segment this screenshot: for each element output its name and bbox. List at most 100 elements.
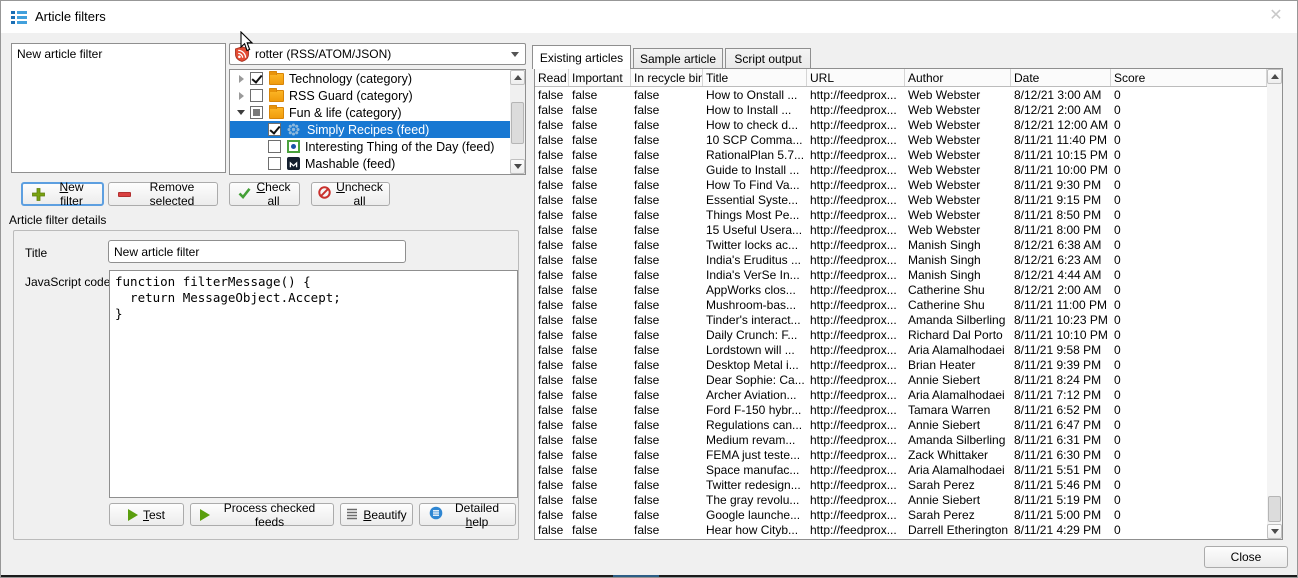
scroll-up-icon[interactable] (1267, 69, 1282, 84)
table-cell: false (631, 148, 703, 163)
table-cell: false (569, 448, 631, 463)
tab-sample-article[interactable]: Sample article (633, 48, 723, 69)
table-cell: false (631, 208, 703, 223)
table-row[interactable]: falsefalsefalseAppWorks clos...http://fe… (535, 283, 1267, 298)
checkbox[interactable] (250, 106, 263, 119)
process-checked-feeds-button[interactable]: Process checked feeds (190, 503, 334, 526)
table-cell: http://feedprox... (807, 253, 905, 268)
table-cell: 0 (1111, 268, 1267, 283)
check-all-button[interactable]: Check all (229, 182, 300, 206)
table-row[interactable]: falsefalsefalseTwitter locks ac...http:/… (535, 238, 1267, 253)
table-row[interactable]: falsefalsefalseArcher Aviation...http://… (535, 388, 1267, 403)
tab-script-output[interactable]: Script output (725, 48, 811, 69)
existing-articles-table: Read Important In recycle bin Title URL … (534, 68, 1283, 540)
table-row[interactable]: falsefalsefalseFord F-150 hybr...http://… (535, 403, 1267, 418)
checkbox[interactable] (268, 157, 281, 170)
table-cell: http://feedprox... (807, 88, 905, 103)
feeds-tree-view[interactable]: Technology (category)RSS Guard (category… (230, 70, 510, 174)
column-header-url[interactable]: URL (807, 69, 905, 86)
table-row[interactable]: falsefalsefalse10 SCP Comma...http://fee… (535, 133, 1267, 148)
table-row[interactable]: falsefalsefalseIndia's VerSe In...http:/… (535, 268, 1267, 283)
table-row[interactable]: falsefalsefalseLordstown will ...http://… (535, 343, 1267, 358)
table-cell: 0 (1111, 253, 1267, 268)
table-row[interactable]: falsefalsefalseRegulations can...http://… (535, 418, 1267, 433)
table-row[interactable]: falsefalsefalseTinder's interact...http:… (535, 313, 1267, 328)
dialog-title: Article filters (35, 9, 106, 24)
article-filters-list[interactable]: New article filter (11, 43, 226, 173)
column-header-read[interactable]: Read (535, 69, 569, 86)
tree-row[interactable]: Simply Recipes (feed) (230, 121, 510, 138)
tree-row[interactable]: Mashable (feed) (230, 155, 510, 172)
table-cell: http://feedprox... (807, 418, 905, 433)
column-header-author[interactable]: Author (905, 69, 1011, 86)
title-input[interactable] (108, 240, 406, 263)
column-header-title[interactable]: Title (703, 69, 807, 86)
scroll-down-icon[interactable] (1267, 524, 1282, 539)
tree-scrollbar[interactable] (510, 70, 525, 174)
table-row[interactable]: falsefalsefalseRationalPlan 5.7...http:/… (535, 148, 1267, 163)
uncheck-all-button[interactable]: Uncheck all (311, 182, 390, 206)
beautify-button[interactable]: Beautify (340, 503, 413, 526)
table-row[interactable]: falsefalsefalseHear how Cityb...http://f… (535, 523, 1267, 538)
table-row[interactable]: falsefalsefalseMushroom-bas...http://fee… (535, 298, 1267, 313)
table-row[interactable]: falsefalsefalseDesktop Metal i...http://… (535, 358, 1267, 373)
checkbox[interactable] (268, 123, 281, 136)
remove-selected-button[interactable]: Remove selected (108, 182, 218, 206)
table-row[interactable]: falsefalsefalseFEMA just teste...http://… (535, 448, 1267, 463)
account-combobox[interactable]: rotter (RSS/ATOM/JSON) (229, 43, 526, 65)
checkbox[interactable] (250, 72, 263, 85)
table-row[interactable]: falsefalsefalseMedium revam...http://fee… (535, 433, 1267, 448)
expand-arrow-icon[interactable] (236, 110, 246, 115)
collapse-arrow-icon[interactable] (236, 92, 246, 100)
table-header[interactable]: Read Important In recycle bin Title URL … (535, 69, 1267, 87)
table-row[interactable]: falsefalsefalseGuide to Install ...http:… (535, 163, 1267, 178)
collapse-arrow-icon[interactable] (236, 75, 246, 83)
table-cell: Annie Siebert (905, 493, 1011, 508)
table-row[interactable]: falsefalsefalseHow To Find Va...http://f… (535, 178, 1267, 193)
table-row[interactable]: falsefalsefalseGoogle launche...http://f… (535, 508, 1267, 523)
column-header-important[interactable]: Important (569, 69, 631, 86)
table-cell: 8/12/21 2:00 AM (1011, 103, 1111, 118)
close-icon[interactable]: ✕ (1267, 7, 1285, 25)
tree-row[interactable]: Fun & life (category) (230, 104, 510, 121)
tree-row[interactable]: Technology (category) (230, 70, 510, 87)
tree-scroll-thumb[interactable] (511, 102, 524, 144)
new-filter-button[interactable]: New filter (21, 182, 104, 206)
table-row[interactable]: falsefalsefalseThe gray revolu...http://… (535, 493, 1267, 508)
detailed-help-button[interactable]: Detailed help (419, 503, 516, 526)
table-cell: false (569, 253, 631, 268)
table-row[interactable]: falsefalsefalseEssential Syste...http://… (535, 193, 1267, 208)
table-row[interactable]: falsefalsefalse15 Useful Usera...http://… (535, 223, 1267, 238)
table-scroll-thumb[interactable] (1268, 496, 1281, 522)
table-row[interactable]: falsefalsefalseHow to check d...http://f… (535, 118, 1267, 133)
checkbox[interactable] (250, 89, 263, 102)
tree-row[interactable]: RSS Guard (category) (230, 87, 510, 104)
table-row[interactable]: falsefalsefalseThings Most Pe...http://f… (535, 208, 1267, 223)
scroll-down-icon[interactable] (510, 159, 525, 174)
table-row[interactable]: falsefalsefalseDaily Crunch: F...http://… (535, 328, 1267, 343)
table-cell: false (631, 523, 703, 538)
close-button[interactable]: Close (1204, 546, 1288, 568)
filter-list-item[interactable]: New article filter (12, 44, 225, 63)
table-cell: Web Webster (905, 103, 1011, 118)
table-row[interactable]: falsefalsefalseHow to Install ...http://… (535, 103, 1267, 118)
test-button[interactable]: Test (109, 503, 184, 526)
table-row[interactable]: falsefalsefalseDear Sophie: Ca...http://… (535, 373, 1267, 388)
tree-row[interactable]: Interesting Thing of the Day (feed) (230, 138, 510, 155)
table-row[interactable]: falsefalsefalseSpace manufac...http://fe… (535, 463, 1267, 478)
javascript-code-editor[interactable]: function filterMessage() { return Messag… (109, 270, 518, 498)
tab-existing-articles[interactable]: Existing articles (532, 45, 631, 69)
column-header-recycle[interactable]: In recycle bin (631, 69, 703, 86)
scroll-up-icon[interactable] (510, 70, 525, 85)
table-scrollbar[interactable] (1267, 69, 1282, 539)
table-cell: 8/11/21 10:23 PM (1011, 313, 1111, 328)
table-row[interactable]: falsefalsefalseHow to Onstall ...http://… (535, 88, 1267, 103)
column-header-score[interactable]: Score (1111, 69, 1267, 86)
table-cell: Web Webster (905, 88, 1011, 103)
table-cell: false (631, 448, 703, 463)
column-header-date[interactable]: Date (1011, 69, 1111, 86)
checkbox[interactable] (268, 140, 281, 153)
table-row[interactable]: falsefalsefalseTwitter redesign...http:/… (535, 478, 1267, 493)
table-cell: Hear how Cityb... (703, 523, 807, 538)
table-row[interactable]: falsefalsefalseIndia's Eruditus ...http:… (535, 253, 1267, 268)
